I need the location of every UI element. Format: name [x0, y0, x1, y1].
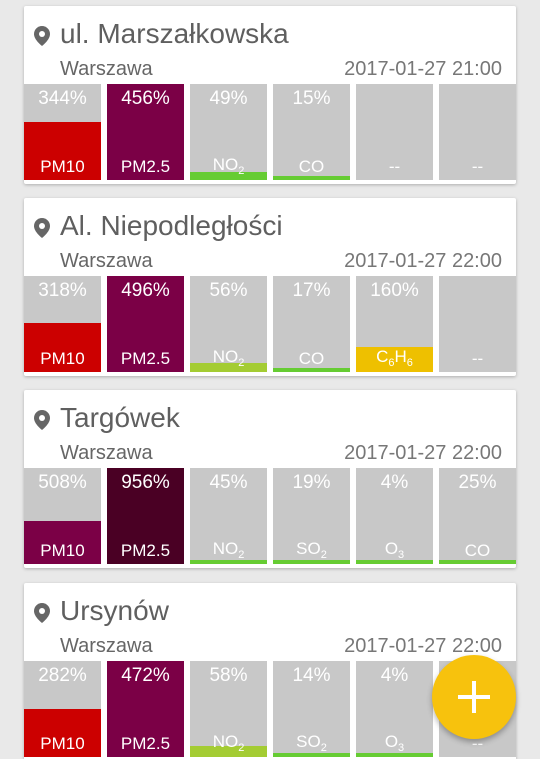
pollutant-name: NO2 — [212, 155, 245, 177]
pollutant-tile[interactable]: 472% PM2.5 — [107, 661, 184, 757]
station-city: Warszawa — [60, 58, 153, 80]
pollutant-name: NO2 — [212, 732, 245, 754]
pollutant-tiles: 318% PM10 496% PM2.5 56% NO2 17% CO 160% C6H6 -- — [24, 276, 516, 372]
pollutant-name: CO — [298, 157, 325, 176]
pollutant-name: O3 — [384, 539, 405, 561]
pollutant-name: PM2.5 — [120, 157, 171, 176]
pollutant-name: NO2 — [212, 539, 245, 561]
pollutant-name: -- — [388, 157, 401, 176]
pollutant-tile[interactable]: 456% PM2.5 — [107, 84, 184, 180]
pollutant-name: SO2 — [296, 732, 327, 754]
location-pin-icon — [34, 218, 50, 238]
pollutant-percent: 160% — [370, 280, 419, 301]
pollutant-name: -- — [471, 157, 484, 176]
pollutant-percent: 456% — [121, 88, 170, 109]
pollutant-tile[interactable]: -- — [356, 84, 433, 180]
pollutant-name: PM2.5 — [120, 734, 171, 753]
pollutant-tile[interactable]: 4% O3 — [356, 468, 433, 564]
pollutant-tile[interactable]: 4% O3 — [356, 661, 433, 757]
pollutant-tile[interactable]: 344% PM10 — [24, 84, 101, 180]
station-city: Warszawa — [60, 250, 153, 272]
station-street: Ursynów — [60, 595, 169, 626]
pollutant-percent: 344% — [38, 88, 87, 109]
pollutant-name: CO — [464, 541, 491, 560]
pollutant-tile[interactable]: -- — [439, 84, 516, 180]
pollutant-tile[interactable]: 282% PM10 — [24, 661, 101, 757]
pollutant-percent: 4% — [380, 665, 409, 686]
pollutant-name: NO2 — [212, 347, 245, 369]
measurement-timestamp: 2017-01-27 21:00 — [344, 58, 502, 80]
station-street: Al. Niepodległości — [60, 210, 283, 241]
pollutant-name: PM10 — [40, 541, 85, 560]
pollutant-percent: 4% — [380, 472, 409, 493]
location-pin-icon — [34, 26, 50, 46]
pollutant-tile[interactable]: 14% SO2 — [273, 661, 350, 757]
location-pin-icon — [34, 603, 50, 623]
pollutant-tile[interactable]: 19% SO2 — [273, 468, 350, 564]
pollutant-tile[interactable]: 17% CO — [273, 276, 350, 372]
pollutant-percent: 45% — [209, 472, 248, 493]
pollutant-tile[interactable]: 318% PM10 — [24, 276, 101, 372]
measurement-timestamp: 2017-01-27 22:00 — [344, 442, 502, 464]
pollutant-name: CO — [298, 349, 325, 368]
pollutant-tile[interactable]: 45% NO2 — [190, 468, 267, 564]
station-street: ul. Marszałkowska — [60, 18, 289, 49]
pollutant-name: SO2 — [296, 539, 327, 561]
pollutant-name: -- — [471, 349, 484, 368]
station-card[interactable]: Al. Niepodległości Warszawa 2017-01-27 22:… — [24, 198, 516, 376]
pollutant-percent: 508% — [38, 472, 87, 493]
station-street: Targówek — [60, 402, 180, 433]
pollutant-percent: 49% — [209, 88, 248, 109]
add-station-button[interactable] — [432, 655, 516, 739]
pollutant-tile[interactable]: 508% PM10 — [24, 468, 101, 564]
pollutant-tile[interactable]: 58% NO2 — [190, 661, 267, 757]
location-pin-icon — [34, 410, 50, 430]
pollutant-percent: 17% — [292, 280, 331, 301]
station-city: Warszawa — [60, 442, 153, 464]
pollutant-percent: 58% — [209, 665, 248, 686]
pollutant-percent: 956% — [121, 472, 170, 493]
pollutant-name: PM10 — [40, 734, 85, 753]
pollutant-percent: 56% — [209, 280, 248, 301]
pollutant-tiles: 508% PM10 956% PM2.5 45% NO2 19% SO2 4% O3 25% CO — [24, 468, 516, 564]
pollutant-percent: 19% — [292, 472, 331, 493]
pollutant-percent: 15% — [292, 88, 331, 109]
pollutant-name: O3 — [384, 732, 405, 754]
pollutant-percent: 472% — [121, 665, 170, 686]
pollutant-tile[interactable]: 56% NO2 — [190, 276, 267, 372]
pollutant-name: PM2.5 — [120, 541, 171, 560]
pollutant-name: PM10 — [40, 157, 85, 176]
station-card[interactable]: Targówek Warszawa 2017-01-27 22:00 508% PM10… — [24, 390, 516, 568]
pollutant-tiles: 344% PM10 456% PM2.5 49% NO2 15% CO -- -- — [24, 84, 516, 180]
pollutant-percent: 14% — [292, 665, 331, 686]
pollutant-tile[interactable]: 15% CO — [273, 84, 350, 180]
pollutant-tile[interactable]: -- — [439, 276, 516, 372]
station-card[interactable]: ul. Marszałkowska Warszawa 2017-01-27 21:0… — [24, 6, 516, 184]
pollutant-name: PM10 — [40, 349, 85, 368]
pollutant-name: PM2.5 — [120, 349, 171, 368]
pollutant-tile[interactable]: 49% NO2 — [190, 84, 267, 180]
station-city: Warszawa — [60, 635, 153, 657]
pollutant-tile[interactable]: 25% CO — [439, 468, 516, 564]
pollutant-name: C6H6 — [376, 347, 413, 369]
pollutant-tile[interactable]: 160% C6H6 — [356, 276, 433, 372]
pollutant-tile[interactable]: 496% PM2.5 — [107, 276, 184, 372]
pollutant-percent: 318% — [38, 280, 87, 301]
pollutant-percent: 496% — [121, 280, 170, 301]
pollutant-percent: 25% — [458, 472, 497, 493]
measurement-timestamp: 2017-01-27 22:00 — [344, 250, 502, 272]
pollutant-tile[interactable]: 956% PM2.5 — [107, 468, 184, 564]
pollutant-percent: 282% — [38, 665, 87, 686]
